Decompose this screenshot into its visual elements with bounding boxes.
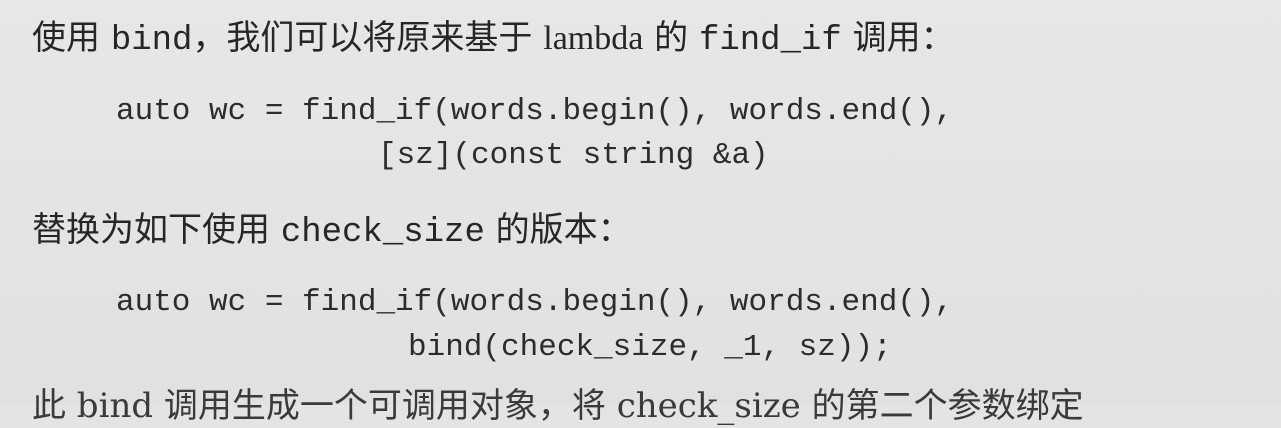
- inline-code-bind: bind: [110, 22, 193, 60]
- code-line: auto wc = find_if(words.begin(), words.e…: [116, 94, 954, 129]
- paragraph-intro: 使用 bind，我们可以将原来基于 lambda 的 find_if 调用：: [32, 16, 955, 63]
- text-segment: ，我们可以将原来基于: [192, 18, 544, 58]
- text-segment: 的版本：: [484, 210, 632, 250]
- inline-code-check-size: check_size: [280, 214, 485, 252]
- paragraph-cut-off: 此 bind 调用生成一个可调用对象，将 check_size 的第二个参数绑定: [32, 386, 1084, 426]
- text-segment: 替换为如下使用: [32, 210, 281, 250]
- term-lambda: lambda: [543, 20, 644, 57]
- text-segment: 使用: [32, 18, 111, 58]
- text-segment: 调用：: [841, 18, 955, 58]
- text-segment: 的: [643, 18, 699, 58]
- code-line: bind(check_size, _1, sz));: [408, 330, 892, 365]
- document-page: 使用 bind，我们可以将原来基于 lambda 的 find_if 调用： a…: [0, 0, 1281, 426]
- code-line: [sz](const string &a): [378, 138, 769, 173]
- inline-code-find-if: find_if: [698, 22, 842, 60]
- code-line: auto wc = find_if(words.begin(), words.e…: [116, 285, 954, 320]
- paragraph-replace: 替换为如下使用 check_size 的版本：: [32, 208, 632, 255]
